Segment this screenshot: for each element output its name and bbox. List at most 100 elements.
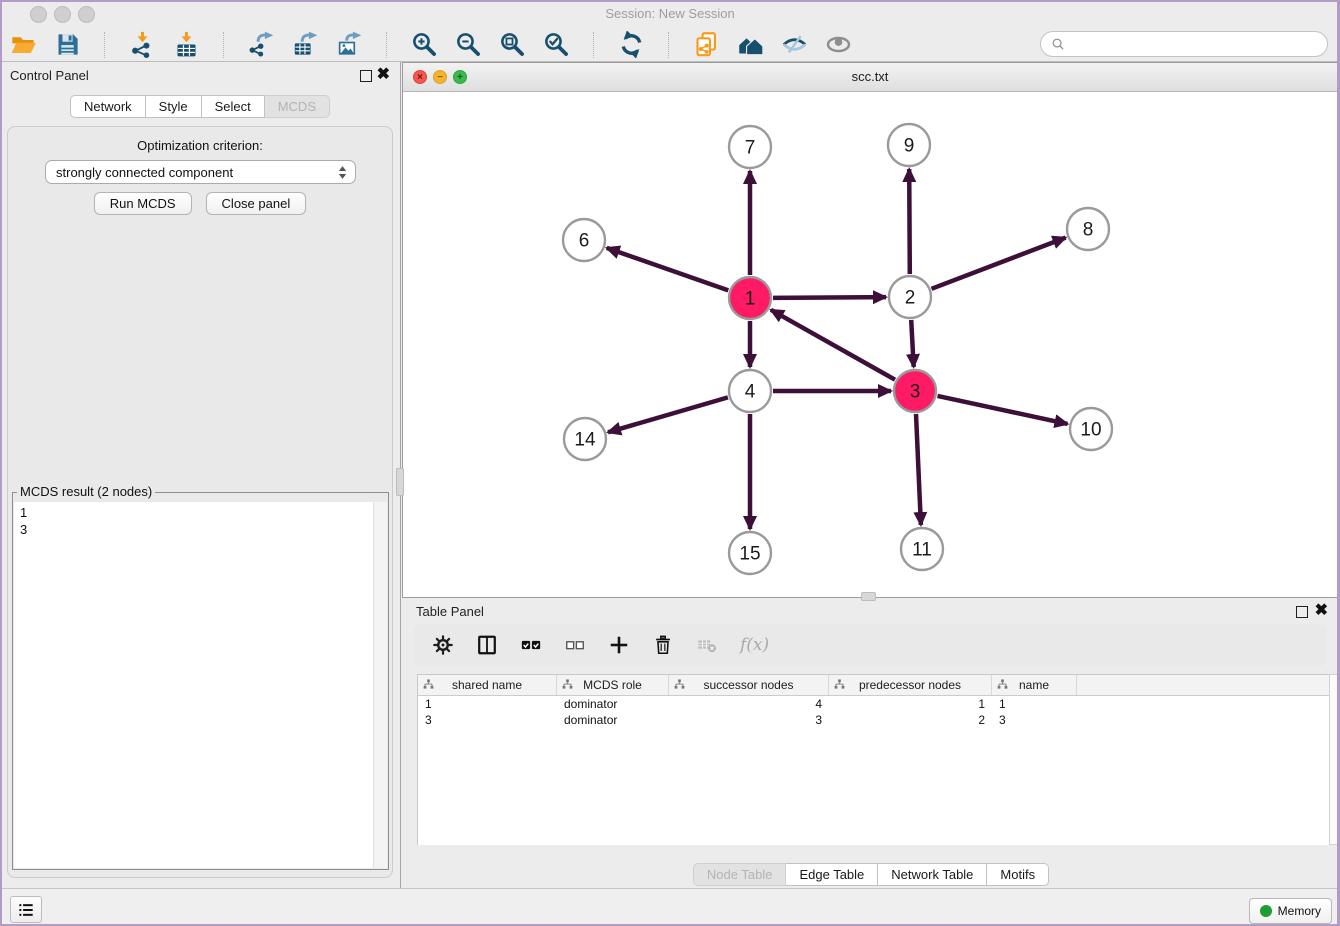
edge-2-to-8[interactable]: [932, 238, 1066, 289]
optimization-criterion-label: Optimization criterion:: [8, 138, 392, 153]
panel-splitter-grip[interactable]: [396, 468, 404, 496]
table-row[interactable]: 1dominator411: [418, 696, 1329, 712]
result-scrollbar[interactable]: [373, 502, 387, 868]
mcds-result-list[interactable]: 13: [14, 502, 374, 868]
node-11[interactable]: 11: [901, 528, 943, 570]
close-table-panel-icon[interactable]: ✖: [1315, 601, 1328, 621]
edge-3-to-11[interactable]: [916, 414, 921, 525]
node-7[interactable]: 7: [729, 126, 771, 168]
search-input[interactable]: [1072, 36, 1316, 53]
close-panel-icon[interactable]: ✖: [377, 65, 390, 85]
window-resize-grip[interactable]: [861, 592, 876, 601]
copy-network-icon[interactable]: [693, 31, 720, 58]
export-image-icon[interactable]: [336, 31, 363, 58]
function-builder-icon[interactable]: f(x): [740, 635, 769, 655]
zoom-out-icon[interactable]: [455, 31, 482, 58]
stepper-icon: [338, 165, 347, 180]
delete-row-icon[interactable]: [652, 634, 674, 656]
column-header-label: name: [1019, 678, 1049, 692]
tab-style[interactable]: Style: [146, 95, 202, 118]
settings-icon[interactable]: [432, 634, 454, 656]
node-15[interactable]: 15: [729, 532, 771, 574]
deselect-all-icon[interactable]: [564, 634, 586, 656]
tab-select[interactable]: Select: [202, 95, 265, 118]
edge-2-to-3[interactable]: [911, 320, 914, 367]
node-6[interactable]: 6: [563, 219, 605, 261]
edge-2-to-9[interactable]: [909, 169, 910, 274]
column-header-predecessor-nodes[interactable]: predecessor nodes: [829, 675, 992, 695]
add-row-icon[interactable]: [608, 634, 630, 656]
table-cell: 3: [418, 713, 557, 727]
node-3[interactable]: 3: [894, 370, 936, 412]
node-label: 10: [1080, 420, 1101, 441]
export-table-icon[interactable]: [292, 31, 319, 58]
table-cell: 1: [418, 697, 557, 711]
task-history-button[interactable]: [10, 896, 42, 923]
column-header-MCDS-role[interactable]: MCDS role: [557, 675, 669, 695]
node-label: 3: [910, 382, 921, 403]
zoom-in-icon[interactable]: [411, 31, 438, 58]
node-1[interactable]: 1: [729, 277, 771, 319]
zoom-fit-icon[interactable]: [499, 31, 526, 58]
hide-selected-icon[interactable]: [781, 31, 808, 58]
tab-node-table[interactable]: Node Table: [693, 863, 787, 886]
float-panel-icon[interactable]: [360, 70, 372, 82]
open-session-icon[interactable]: [10, 31, 37, 58]
tab-mcds[interactable]: MCDS: [265, 95, 330, 118]
save-session-icon[interactable]: [54, 31, 81, 58]
table-cell: 2: [829, 713, 992, 727]
refresh-icon[interactable]: [618, 31, 645, 58]
import-table-icon[interactable]: [173, 31, 200, 58]
tab-network[interactable]: Network: [70, 95, 146, 118]
control-panel-tabs: NetworkStyleSelectMCDS: [0, 95, 400, 118]
node-2[interactable]: 2: [889, 276, 931, 318]
tree-icon: [674, 679, 685, 690]
tree-icon: [834, 679, 845, 690]
run-mcds-button[interactable]: Run MCDS: [94, 192, 192, 215]
columns-icon[interactable]: [476, 634, 498, 656]
edge-3-to-10[interactable]: [938, 396, 1068, 424]
memory-button[interactable]: Memory: [1249, 898, 1332, 924]
edge-3-to-1[interactable]: [771, 310, 895, 380]
show-all-icon[interactable]: [825, 31, 852, 58]
edge-1-to-2[interactable]: [773, 297, 886, 298]
table-cell: 1: [829, 697, 992, 711]
table-cell: 1: [992, 697, 1077, 711]
column-header-name[interactable]: name: [992, 675, 1077, 695]
edge-1-to-6[interactable]: [607, 248, 729, 291]
table-header-row: shared nameMCDS rolesuccessor nodesprede…: [418, 675, 1329, 696]
select-all-icon[interactable]: [520, 634, 542, 656]
node-label: 15: [739, 544, 760, 565]
column-header-shared-name[interactable]: shared name: [418, 675, 557, 695]
zoom-selected-icon[interactable]: [543, 31, 570, 58]
node-8[interactable]: 8: [1067, 208, 1109, 250]
tab-edge-table[interactable]: Edge Table: [786, 863, 878, 886]
delete-table-icon[interactable]: [696, 634, 718, 656]
search-box[interactable]: [1040, 31, 1328, 57]
network-canvas[interactable]: 7 9 6 8 1 2 4 3 14 10 15 11: [403, 91, 1337, 597]
control-panel-title: Control Panel: [10, 62, 89, 90]
close-panel-button[interactable]: Close panel: [206, 192, 307, 215]
table-panel: Table Panel ✖ f(x) shared nameMCDS roles…: [402, 598, 1340, 888]
node-4[interactable]: 4: [729, 370, 771, 412]
toolbar-separator: [104, 32, 106, 58]
home-icon[interactable]: [737, 31, 764, 58]
column-header-successor-nodes[interactable]: successor nodes: [669, 675, 829, 695]
table-row[interactable]: 3dominator323: [418, 712, 1329, 728]
table-cell: 3: [992, 713, 1077, 727]
tab-network-table[interactable]: Network Table: [878, 863, 987, 886]
status-bar: Memory: [0, 888, 1340, 926]
import-network-icon[interactable]: [129, 31, 156, 58]
table-body: 1dominator4113dominator323: [418, 696, 1329, 728]
optimization-criterion-dropdown[interactable]: strongly connected component: [45, 160, 356, 184]
node-label: 7: [745, 138, 756, 159]
tab-motifs[interactable]: Motifs: [987, 863, 1049, 886]
network-window-titlebar[interactable]: scc.txt: [403, 63, 1337, 92]
float-table-panel-icon[interactable]: [1296, 606, 1308, 618]
edge-4-to-14[interactable]: [608, 397, 728, 432]
export-network-icon[interactable]: [248, 31, 275, 58]
node-9[interactable]: 9: [888, 124, 930, 166]
node-label: 9: [904, 136, 915, 157]
node-10[interactable]: 10: [1070, 408, 1112, 450]
node-14[interactable]: 14: [564, 418, 606, 460]
